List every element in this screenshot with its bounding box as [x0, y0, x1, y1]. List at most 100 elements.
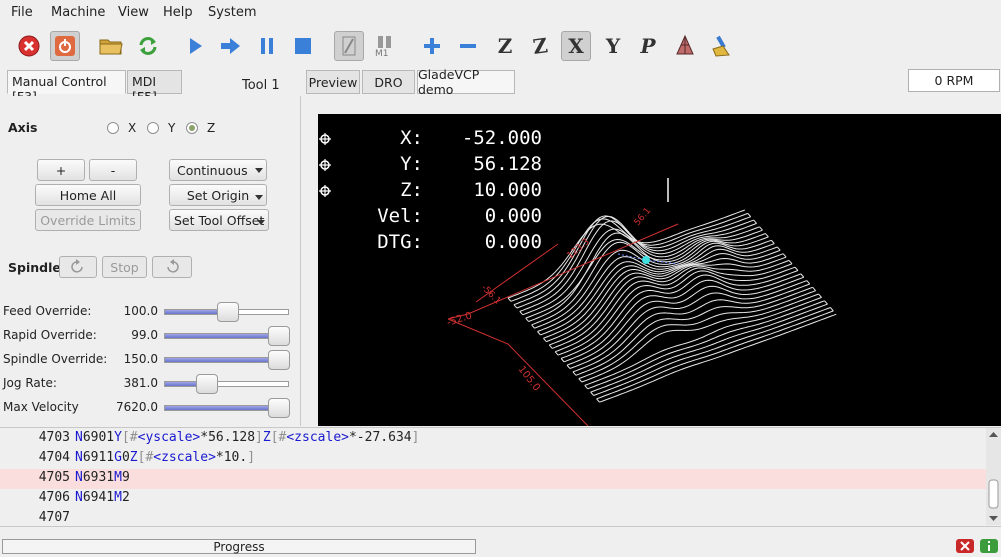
view-y-button[interactable]: Y [598, 31, 628, 61]
plot-label: -52.0 [446, 310, 474, 328]
gcode-line[interactable]: 4707 [0, 509, 986, 529]
svg-text:M1: M1 [375, 49, 389, 58]
slider-track[interactable] [164, 350, 290, 370]
gcode-line[interactable]: 4706 N6941M2 [0, 489, 986, 509]
line-number: 4704 [38, 450, 70, 465]
set-origin-button[interactable]: Set Origin [169, 184, 267, 206]
estop-icon [18, 35, 40, 57]
toolpath-link [507, 297, 512, 302]
menu-file[interactable]: File [11, 5, 33, 20]
error-notification[interactable] [955, 538, 975, 554]
optional-block-delete-button[interactable] [334, 31, 364, 61]
toolpath-preview[interactable]: -52.0 105.0 -56.1 123.3 56.1 X: -52.000 Y:… [318, 114, 1001, 426]
toolpath-link [572, 371, 577, 376]
gcode-line[interactable]: 4703 N6901Y[#<yscale>*56.128]Z[#<zscale>*… [0, 429, 986, 449]
tab-mdi[interactable]: MDI [F5] [127, 70, 182, 104]
toolpath-link [788, 260, 793, 265]
dro-axis-value: 0.000 [484, 231, 542, 253]
spindle-cw-button[interactable] [152, 256, 192, 278]
power-button[interactable] [50, 31, 80, 61]
tab-manual-control[interactable]: Manual Control [F3] [7, 70, 126, 104]
chevron-down-icon [257, 220, 265, 225]
slider-handle[interactable] [268, 350, 290, 370]
dro-axis-label: X: [400, 127, 423, 149]
gcode-line[interactable]: 4705 N6931M9 [0, 469, 986, 489]
axis-y-radio[interactable] [147, 122, 159, 134]
slider-handle[interactable] [217, 302, 239, 322]
slider-track[interactable] [164, 326, 290, 346]
menu-view[interactable]: View [118, 5, 149, 20]
menu-machine[interactable]: Machine [51, 5, 105, 20]
spindle-label: Spindle: [8, 260, 66, 275]
dro-axis-label: Y: [400, 153, 423, 175]
gcode-scrollbar[interactable] [986, 428, 1001, 525]
toolbar: M1 Z Z X Y P [0, 28, 1001, 66]
home-all-button[interactable]: Home All [35, 184, 141, 206]
slider-track[interactable] [164, 302, 289, 322]
view-p-button[interactable]: P [633, 31, 663, 61]
menu-system[interactable]: System [208, 5, 256, 20]
zoom-in-button[interactable] [417, 31, 447, 61]
zoom-out-button[interactable] [453, 31, 483, 61]
chevron-down-icon [255, 195, 263, 200]
tab-gladevcp-demo[interactable]: GladeVCP demo [417, 67, 515, 97]
slider-label: Spindle Override: [3, 352, 108, 366]
slider-fill [165, 358, 272, 362]
dro-axis-value: 56.128 [473, 153, 542, 175]
run-button[interactable] [180, 31, 210, 61]
rotate-ccw-icon [71, 259, 83, 273]
slider-track[interactable] [164, 398, 290, 418]
open-file-button[interactable] [96, 31, 126, 61]
stop-icon [295, 38, 311, 54]
spindle-stop-button[interactable]: Stop [102, 256, 147, 278]
toolpath-link [590, 391, 594, 396]
slider-handle[interactable] [196, 374, 218, 394]
slider-value: 381.0 [123, 376, 158, 390]
toolpath-line [587, 300, 825, 390]
axis-z-radio[interactable] [186, 122, 198, 134]
toggle-tool-button[interactable] [670, 31, 700, 61]
view-x-button[interactable]: X [561, 31, 591, 61]
gcode-line[interactable]: 4704 N6911G0Z[#<zscale>*10.] [0, 449, 986, 469]
step-button[interactable] [215, 31, 245, 61]
view-p-icon: P [640, 34, 656, 58]
toolpath-link [554, 351, 559, 356]
set-tool-offset-button[interactable]: Set Tool Offset [169, 209, 269, 231]
tab-dro[interactable]: DRO [362, 70, 415, 94]
view-z-button[interactable]: Z [490, 31, 520, 61]
gcode-text: N6911G0Z[#<zscale>*10.] [75, 450, 256, 465]
toolpath-link [759, 226, 763, 231]
open-folder-icon [99, 39, 123, 55]
reload-button[interactable] [133, 31, 163, 61]
info-notification[interactable] [979, 538, 999, 554]
toolpath-line [590, 303, 828, 393]
toolpath-link [747, 213, 752, 218]
toolpath-link [531, 324, 535, 329]
line-number: 4703 [38, 430, 70, 445]
toolpath-link [794, 266, 799, 271]
spindle-ccw-button[interactable] [59, 256, 97, 278]
jog-minus-button[interactable]: - [89, 159, 137, 181]
clear-plot-button[interactable] [706, 31, 736, 61]
menu-help[interactable]: Help [163, 5, 193, 20]
toolpath-link [753, 219, 757, 224]
optional-stop-button[interactable]: M1 [370, 31, 400, 61]
estop-button[interactable] [14, 31, 44, 61]
tab-preview[interactable]: Preview [306, 70, 360, 94]
axis-x-radio[interactable] [107, 122, 119, 134]
stop-button[interactable] [288, 31, 318, 61]
gcode-listing[interactable]: 4703 N6901Y[#<yscale>*56.128]Z[#<zscale>*… [0, 427, 1001, 527]
slider-track[interactable] [164, 374, 289, 394]
optional-block-delete-icon [342, 36, 356, 56]
slider-handle[interactable] [268, 326, 290, 346]
override-limits-button[interactable]: Override Limits [35, 209, 141, 231]
dro-axis-label: Z: [400, 179, 423, 201]
toolpath-link [513, 304, 518, 309]
slider-fill [165, 406, 272, 410]
jog-increment-select[interactable]: Continuous [169, 159, 267, 181]
pause-button[interactable] [252, 31, 282, 61]
slider-handle[interactable] [268, 398, 290, 418]
view-z2-button[interactable]: Z [525, 31, 555, 61]
toolpath-link [770, 239, 775, 244]
jog-plus-button[interactable]: + [37, 159, 85, 181]
